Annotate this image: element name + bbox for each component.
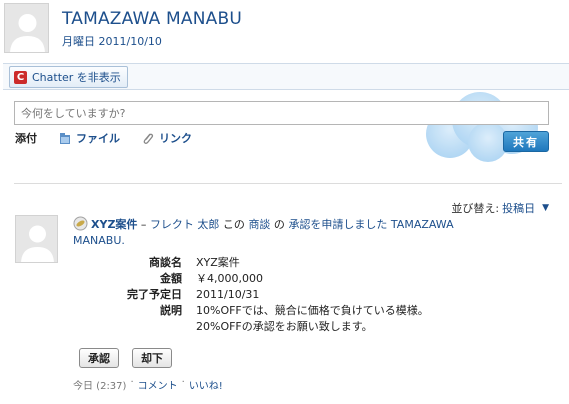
sort-value[interactable]: 投稿日	[502, 200, 535, 216]
record-link[interactable]: XYZ案件	[91, 218, 137, 231]
like-link[interactable]: いいね!	[189, 377, 223, 392]
feed-meta: 今日 (2:37) · コメント · いいね!	[73, 377, 223, 392]
field-label: 完了予定日	[127, 288, 182, 301]
attach-file-label: ファイル	[76, 132, 120, 145]
chevron-down-icon[interactable]: ▼	[542, 203, 549, 213]
chatter-c-icon: C	[14, 70, 27, 84]
meta-separator: ·	[130, 377, 134, 388]
opportunity-icon	[73, 216, 88, 231]
file-icon	[60, 132, 70, 144]
status-input[interactable]	[14, 101, 549, 125]
attach-row: 添付 ファイル リンク	[15, 130, 192, 146]
sort-label: 並び替え:	[451, 202, 500, 215]
action-link[interactable]: 承認を申請しました	[288, 218, 387, 231]
target-user-link[interactable]: TAMAZAWA	[387, 218, 454, 231]
field-value: 2011/10/31	[196, 288, 260, 301]
record-fields: 商談名 XYZ案件 金額 ￥4,000,000 完了予定日 2011/10/31…	[73, 255, 429, 335]
actor-link[interactable]: フレクト 太郎	[150, 218, 220, 231]
profile-name: TAMAZAWA MANABU	[62, 9, 242, 29]
field-value: ￥4,000,000	[196, 272, 263, 285]
headline-text-no: の	[270, 218, 289, 231]
headline-text-this: この	[219, 218, 249, 231]
chatter-bar: C Chatter を非表示	[3, 63, 569, 90]
comment-link[interactable]: コメント	[138, 377, 178, 392]
object-link[interactable]: 商談	[248, 218, 270, 231]
approve-button[interactable]: 承認	[79, 348, 119, 368]
attach-label: 添付	[15, 132, 37, 145]
description-line: 10%OFFでは、競合に価格で負けている模様。	[196, 304, 429, 317]
headline-separator: –	[137, 218, 150, 231]
reject-button[interactable]: 却下	[132, 348, 172, 368]
paperclip-icon	[143, 133, 154, 144]
field-row-description: 説明 10%OFFでは、競合に価格で負けている模様。 20%OFFの承認をお願い…	[73, 303, 429, 335]
attach-link-label: リンク	[159, 132, 192, 145]
target-user-link-continued[interactable]: MANABU.	[73, 234, 125, 247]
field-label: 商談名	[149, 256, 182, 269]
feed-headline: XYZ案件 – フレクト 太郎 この 商談 の 承認を申請しました TAMAZA…	[73, 216, 493, 233]
attach-file-button[interactable]: ファイル	[59, 130, 120, 146]
field-row-amount: 金額 ￥4,000,000	[73, 271, 429, 287]
sort-control[interactable]: 並び替え: 投稿日 ▼	[451, 200, 549, 216]
divider	[14, 183, 562, 184]
meta-separator: ·	[181, 377, 185, 388]
attach-link-button[interactable]: リンク	[142, 130, 192, 146]
hide-chatter-label: Chatter を非表示	[32, 71, 121, 84]
profile-date: 月曜日 2011/10/10	[62, 35, 162, 48]
profile-avatar[interactable]	[4, 3, 49, 53]
description-line: 20%OFFの承認をお願い致します。	[196, 320, 373, 333]
field-label: 説明	[160, 304, 182, 317]
feed-timestamp: 今日 (2:37)	[73, 381, 127, 392]
share-button[interactable]: 共有	[503, 131, 549, 152]
field-row-close-date: 完了予定日 2011/10/31	[73, 287, 429, 303]
feed-avatar[interactable]	[15, 215, 58, 263]
field-value: 10%OFFでは、競合に価格で負けている模様。 20%OFFの承認をお願い致しま…	[196, 303, 429, 335]
field-row-opportunity-name: 商談名 XYZ案件	[73, 255, 429, 271]
field-value: XYZ案件	[196, 256, 240, 269]
field-label: 金額	[160, 272, 182, 285]
hide-chatter-button[interactable]: C Chatter を非表示	[9, 66, 128, 88]
